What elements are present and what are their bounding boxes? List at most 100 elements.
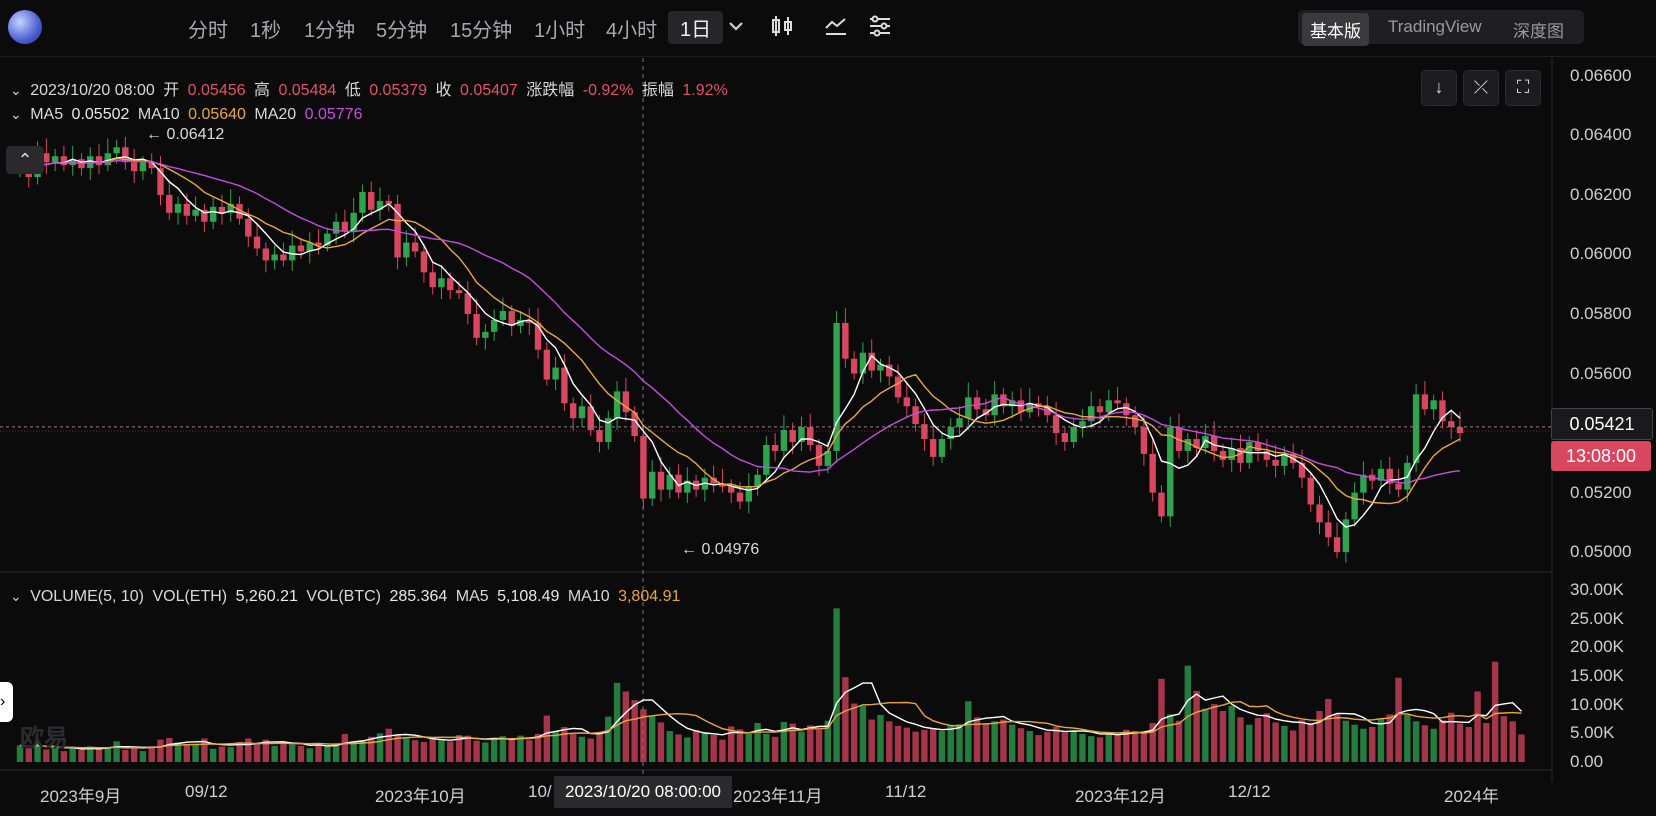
candle-body — [490, 319, 498, 332]
volume-bar — [288, 744, 296, 762]
candle-body — [596, 430, 603, 442]
price-tick-label: 0.05000 — [1570, 542, 1632, 562]
candle-body — [253, 236, 261, 249]
candle-body — [473, 314, 480, 338]
amplitude-value: 1.92% — [682, 82, 728, 99]
candle-body — [543, 349, 551, 380]
volume-bar — [859, 705, 867, 762]
vol-ma10-label: MA10 — [567, 588, 610, 605]
download-icon[interactable]: ↓ — [1421, 70, 1457, 106]
change-label: 涨跌幅 — [526, 82, 575, 99]
candle-body — [1430, 400, 1437, 410]
volume-bar — [807, 725, 814, 762]
volume-bar — [1026, 731, 1033, 762]
volume-bar — [297, 745, 305, 762]
candle-body — [613, 391, 621, 419]
time-tick-label: 2023年11月 — [733, 787, 823, 806]
candle-body — [1184, 439, 1192, 451]
chevron-down-icon[interactable]: ⌄ — [10, 106, 22, 123]
volume-bar — [1219, 710, 1227, 762]
collapse-legend-button[interactable]: ⌃ — [6, 146, 44, 174]
time-tick-label: 11/12 — [885, 782, 927, 801]
candle-body — [420, 251, 428, 273]
chevron-right-icon[interactable]: › — [0, 682, 13, 722]
volume-bar — [561, 727, 568, 762]
candle-body — [780, 430, 788, 451]
candle-body — [648, 471, 656, 499]
vol-eth-value: 5,260.21 — [235, 588, 298, 605]
volume-bar — [1140, 733, 1148, 762]
volume-bar — [666, 731, 673, 762]
candle-body — [1070, 427, 1077, 442]
candle-body — [1456, 427, 1464, 434]
candle-body — [1307, 477, 1314, 505]
candle-body — [429, 272, 436, 288]
candle-body — [552, 367, 559, 380]
candle-body — [139, 162, 147, 172]
collapse-icon[interactable]: ⤫ — [1463, 70, 1499, 106]
time-tick-label: 10/ — [528, 782, 552, 801]
volume-bar — [324, 746, 331, 762]
candle-body — [578, 406, 586, 419]
ma10-label: MA10 — [137, 106, 180, 123]
candle-body — [1351, 492, 1358, 520]
candle-body — [1052, 415, 1060, 434]
volume-title: VOLUME(5, 10) — [30, 588, 144, 605]
volume-bar — [631, 700, 638, 762]
candle-body — [1333, 537, 1341, 553]
volume-bar — [1298, 720, 1306, 762]
volume-bar — [763, 733, 770, 762]
volume-bar — [850, 703, 858, 762]
volume-bar — [271, 745, 278, 762]
time-tick-label: 2023年9月 — [40, 787, 122, 806]
chevron-down-icon[interactable]: ⌄ — [10, 588, 22, 605]
time-tick-label: 2023年12月 — [1075, 787, 1166, 806]
fullscreen-icon[interactable]: ⛶ — [1505, 70, 1541, 106]
candle-body — [499, 311, 507, 320]
volume-bar — [104, 747, 112, 762]
ma5-line — [19, 156, 1461, 528]
ma20-value: 0.05776 — [304, 106, 363, 123]
price-tick-label: 0.06400 — [1570, 125, 1632, 145]
chevron-down-icon[interactable]: ⌄ — [10, 82, 22, 99]
volume-bar — [1158, 678, 1165, 762]
volume-bar — [1175, 720, 1183, 762]
candle-body — [174, 203, 182, 213]
volume-bar — [771, 736, 779, 762]
volume-bar — [842, 677, 849, 762]
volume-tick-label: 5.00K — [1570, 723, 1615, 743]
low-value: 0.05379 — [369, 82, 428, 99]
volume-bar — [1395, 677, 1402, 762]
volume-bar — [411, 740, 419, 762]
volume-bar — [701, 732, 709, 762]
candle-body — [183, 203, 191, 216]
candle-body — [218, 206, 226, 213]
volume-bar — [1377, 718, 1385, 762]
volume-bar — [95, 748, 103, 762]
volume-bar — [1017, 728, 1025, 762]
high-label: 高 — [253, 82, 270, 99]
vol-ma5-label: MA5 — [455, 588, 489, 605]
candle-body — [1219, 450, 1227, 460]
candle-body — [359, 191, 366, 213]
volume-bar — [1360, 728, 1367, 762]
current-price-tag: 0.05421 — [1551, 408, 1653, 440]
candle-body — [166, 194, 173, 213]
candle-body — [113, 147, 120, 154]
candle-body — [368, 191, 375, 210]
volume-legend: ⌄ VOLUME(5, 10) VOL(ETH) 5,260.21 VOL(BT… — [10, 588, 684, 606]
volume-bar — [1474, 691, 1481, 762]
volume-bar — [69, 747, 76, 762]
volume-bar — [245, 738, 252, 762]
vol-ma10-value: 3,804.91 — [618, 588, 681, 605]
volume-bar — [1500, 716, 1508, 762]
candle-body — [1272, 459, 1279, 466]
volume-bar — [965, 701, 972, 762]
candle-body — [1325, 522, 1332, 538]
volume-bar — [113, 741, 120, 762]
candle-body — [1316, 504, 1323, 523]
price-tick-label: 0.06200 — [1570, 184, 1632, 204]
volume-bar — [157, 739, 164, 762]
candle-body — [297, 245, 305, 252]
volume-bar — [280, 741, 287, 762]
